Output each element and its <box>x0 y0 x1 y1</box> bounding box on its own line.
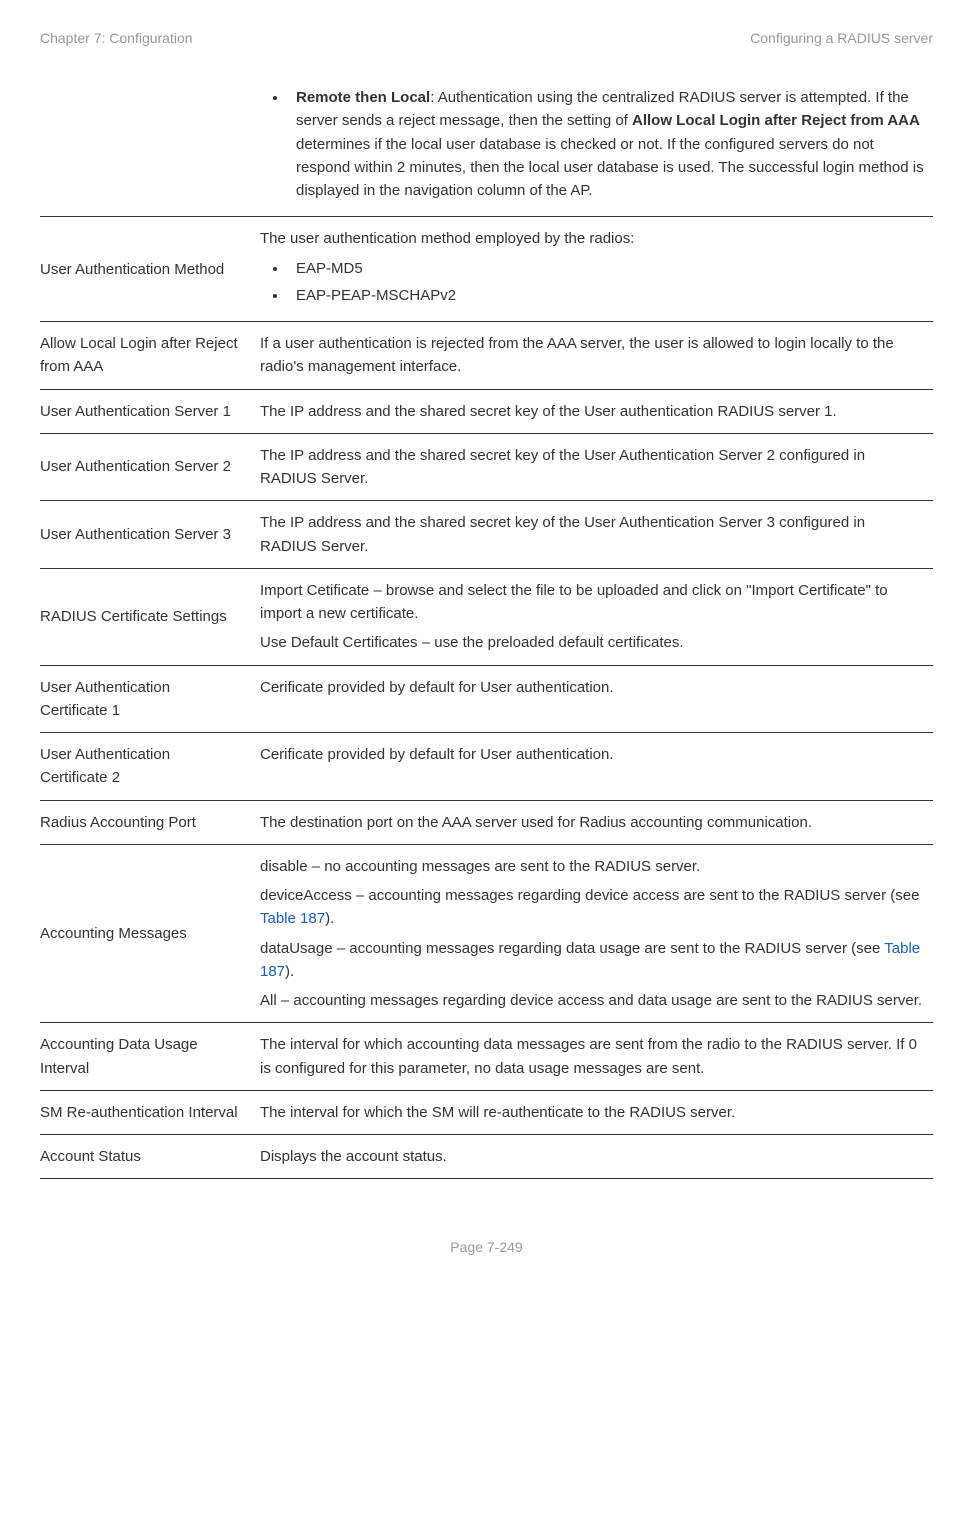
attr-cell: User Authentication Server 1 <box>40 389 248 433</box>
attr-cell <box>40 86 248 217</box>
desc-cell: Import Cetificate – browse and select th… <box>248 568 933 665</box>
table-row: Accounting Data Usage Interval The inter… <box>40 1023 933 1091</box>
table-row: User Authentication Certificate 2 Cerifi… <box>40 733 933 801</box>
table-row: User Authentication Server 3 The IP addr… <box>40 501 933 569</box>
text: determines if the local user database is… <box>296 136 924 200</box>
header-right: Configuring a RADIUS server <box>750 30 933 46</box>
table-row: SM Re-authentication Interval The interv… <box>40 1090 933 1134</box>
config-table: Remote then Local: Authentication using … <box>40 86 933 1179</box>
list-item: Remote then Local: Authentication using … <box>288 86 925 202</box>
table-row: User Authentication Server 2 The IP addr… <box>40 433 933 501</box>
table-row: User Authentication Certificate 1 Cerifi… <box>40 665 933 733</box>
attr-cell: Account Status <box>40 1135 248 1179</box>
desc-cell: If a user authentication is rejected fro… <box>248 322 933 390</box>
attr-cell: User Authentication Certificate 1 <box>40 665 248 733</box>
table-row: Accounting Messages disable – no account… <box>40 844 933 1023</box>
page-header: Chapter 7: Configuration Configuring a R… <box>40 30 933 46</box>
page-footer: Page 7-249 <box>40 1239 933 1255</box>
desc-cell: The interval for which accounting data m… <box>248 1023 933 1091</box>
table-row: Allow Local Login after Reject from AAA … <box>40 322 933 390</box>
desc-cell: The IP address and the shared secret key… <box>248 433 933 501</box>
desc-cell: The IP address and the shared secret key… <box>248 501 933 569</box>
header-left: Chapter 7: Configuration <box>40 30 193 46</box>
text: dataUsage – accounting messages regardin… <box>260 937 925 984</box>
link-text[interactable]: Table 187 <box>260 910 325 927</box>
desc-cell: Displays the account status. <box>248 1135 933 1179</box>
table-row: Radius Accounting Port The destination p… <box>40 800 933 844</box>
attr-cell: User Authentication Method <box>40 217 248 322</box>
desc-cell: Cerificate provided by default for User … <box>248 733 933 801</box>
table-row: User Authentication Server 1 The IP addr… <box>40 389 933 433</box>
desc-cell: The IP address and the shared secret key… <box>248 389 933 433</box>
desc-cell: disable – no accounting messages are sen… <box>248 844 933 1023</box>
table-row: Remote then Local: Authentication using … <box>40 86 933 217</box>
attr-cell: RADIUS Certificate Settings <box>40 568 248 665</box>
attr-cell: Accounting Messages <box>40 844 248 1023</box>
list-item: EAP-MD5 <box>288 257 925 280</box>
attr-cell: Accounting Data Usage Interval <box>40 1023 248 1091</box>
desc-cell: Cerificate provided by default for User … <box>248 665 933 733</box>
table-row: User Authentication Method The user auth… <box>40 217 933 322</box>
text: The user authentication method employed … <box>260 227 925 250</box>
attr-cell: SM Re-authentication Interval <box>40 1090 248 1134</box>
desc-cell: The interval for which the SM will re-au… <box>248 1090 933 1134</box>
text: disable – no accounting messages are sen… <box>260 855 925 878</box>
attr-cell: User Authentication Certificate 2 <box>40 733 248 801</box>
attr-cell: User Authentication Server 3 <box>40 501 248 569</box>
attr-cell: User Authentication Server 2 <box>40 433 248 501</box>
text: Use Default Certificates – use the prelo… <box>260 631 925 654</box>
table-row: Account Status Displays the account stat… <box>40 1135 933 1179</box>
table-row: RADIUS Certificate Settings Import Cetif… <box>40 568 933 665</box>
text: deviceAccess – accounting messages regar… <box>260 884 925 931</box>
bold-text: Remote then Local <box>296 89 430 106</box>
desc-cell: The destination port on the AAA server u… <box>248 800 933 844</box>
attr-cell: Allow Local Login after Reject from AAA <box>40 322 248 390</box>
desc-cell: Remote then Local: Authentication using … <box>248 86 933 217</box>
bold-text: Allow Local Login after Reject from AAA <box>632 112 920 129</box>
text: All – accounting messages regarding devi… <box>260 989 925 1012</box>
text: Import Cetificate – browse and select th… <box>260 579 925 626</box>
attr-cell: Radius Accounting Port <box>40 800 248 844</box>
list-item: EAP-PEAP-MSCHAPv2 <box>288 284 925 307</box>
desc-cell: The user authentication method employed … <box>248 217 933 322</box>
